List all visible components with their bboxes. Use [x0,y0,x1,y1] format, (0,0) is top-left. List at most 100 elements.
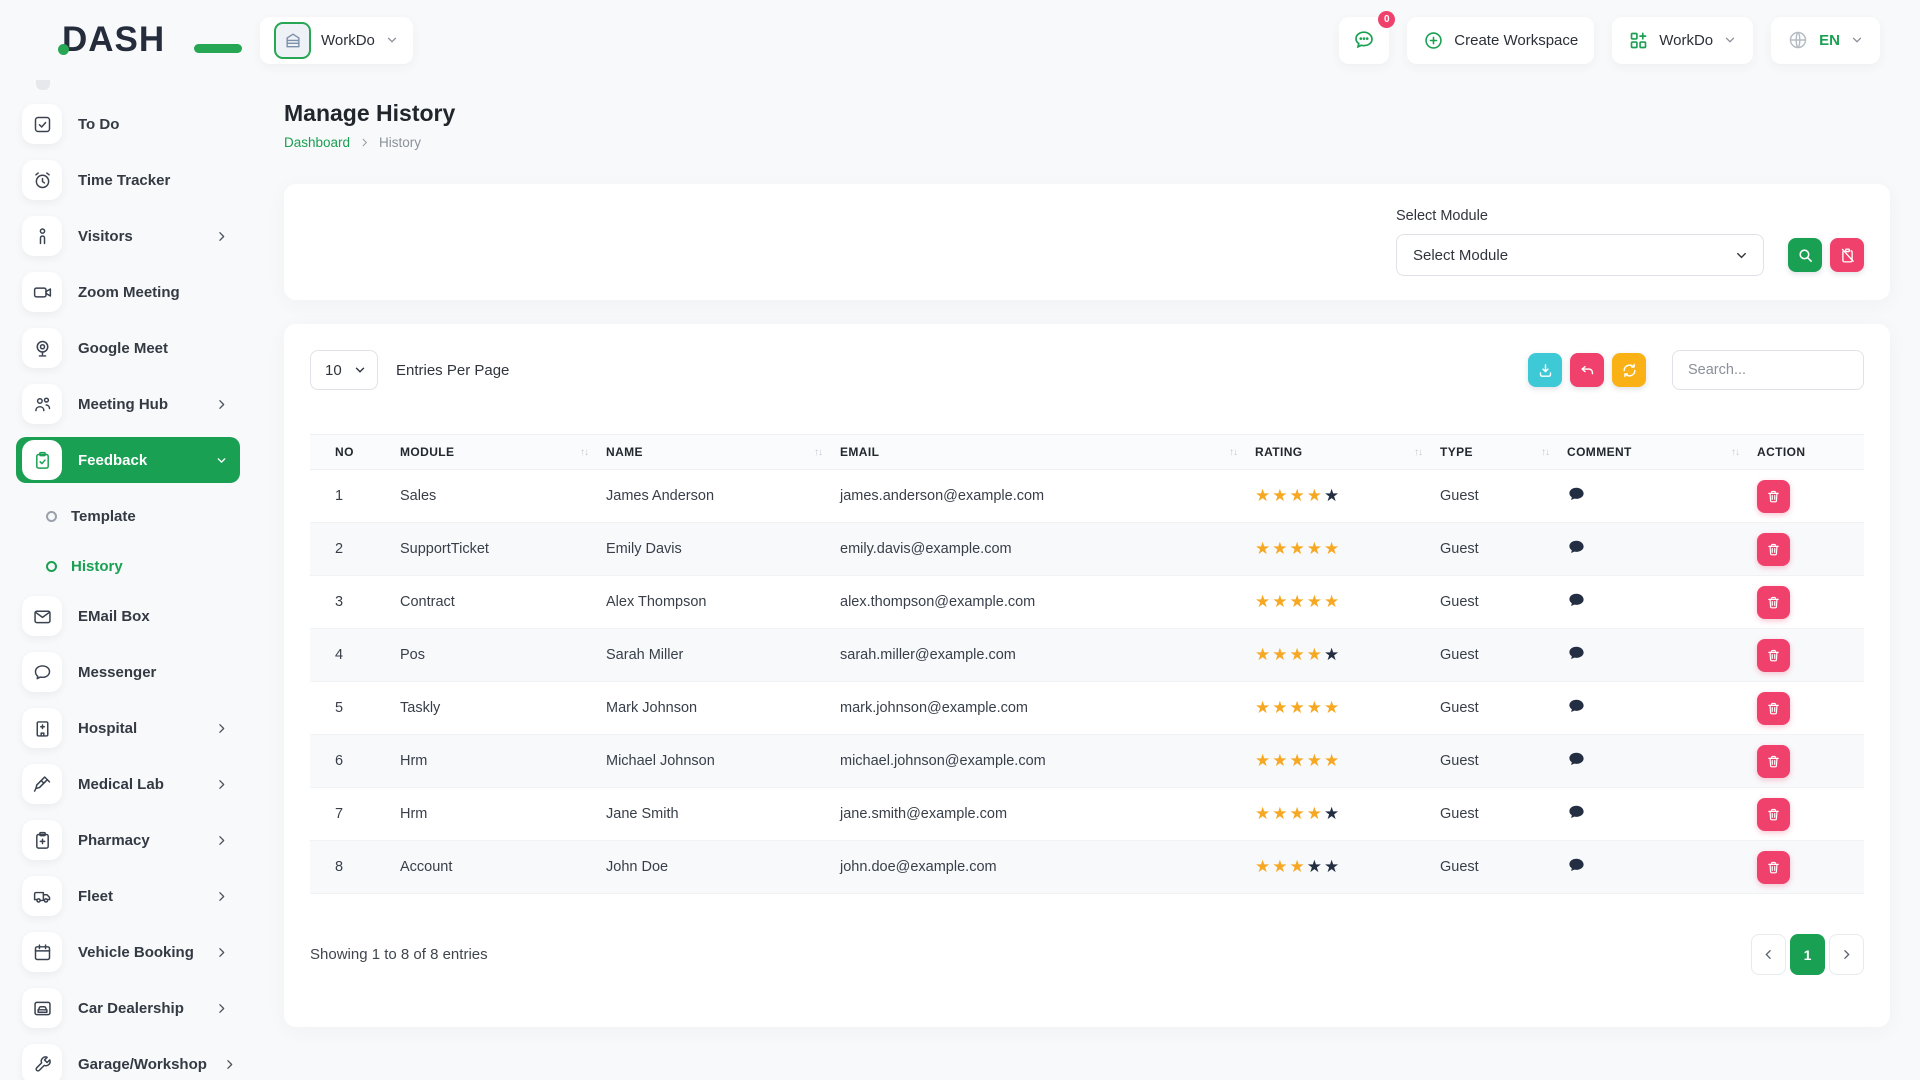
sidebar-subitem-template[interactable]: Template [16,493,240,539]
logo-dot [58,44,69,55]
column-header-comment[interactable]: COMMENT↑↓ [1567,435,1757,470]
export-button[interactable] [1528,353,1562,387]
refresh-button[interactable] [1612,353,1646,387]
cell-module: Hrm [400,735,606,788]
sort-arrows-icon: ↑↓ [1731,447,1743,458]
star-icon: ★ [1324,857,1341,876]
page-number-button[interactable]: 1 [1790,934,1825,975]
prev-page-button[interactable] [1751,934,1786,975]
sidebar-item-feedback[interactable]: Feedback [16,437,240,483]
comment-icon[interactable] [1567,485,1586,504]
next-page-button[interactable] [1829,934,1864,975]
rating-stars: ★★★★★ [1255,523,1440,576]
sidebar-scrollbar[interactable] [36,80,50,90]
breadcrumb-dashboard-link[interactable]: Dashboard [284,135,350,150]
star-icon: ★ [1255,698,1272,717]
cell-module: Taskly [400,682,606,735]
sidebar-item-fleet[interactable]: Fleet [16,873,240,919]
delete-button[interactable] [1757,851,1790,884]
cell-no: 2 [310,523,400,576]
sidebar-item-messenger[interactable]: Messenger [16,649,240,695]
cell-email: mark.johnson@example.com [840,682,1255,735]
sidebar-item-visitors[interactable]: Visitors [16,213,240,259]
apply-filter-button[interactable] [1788,238,1822,272]
rating-stars: ★★★★★ [1255,629,1440,682]
delete-button[interactable] [1757,798,1790,831]
chevron-right-icon [215,1002,228,1015]
breadcrumb-current: History [379,135,421,150]
comment-icon[interactable] [1567,591,1586,610]
search-input[interactable] [1672,350,1864,390]
cell-module: Contract [400,576,606,629]
star-icon: ★ [1307,857,1324,876]
module-select[interactable]: Select Module [1396,234,1764,276]
column-header-rating[interactable]: RATING↑↓ [1255,435,1440,470]
star-icon: ★ [1272,645,1289,664]
language-selector[interactable]: EN [1771,17,1880,64]
delete-button[interactable] [1757,692,1790,725]
sidebar-item-car-dealership[interactable]: Car Dealership [16,985,240,1031]
rating-stars: ★★★★★ [1255,735,1440,788]
workdo-menu-button[interactable]: WorkDo [1612,17,1753,64]
sidebar-item-medical-lab[interactable]: Medical Lab [16,761,240,807]
history-table-card: 10 Entries Per Page [284,324,1890,1027]
cell-no: 6 [310,735,400,788]
clear-filter-button[interactable] [1830,238,1864,272]
sidebar-item-label: EMail Box [78,608,150,625]
delete-button[interactable] [1757,745,1790,778]
comment-icon[interactable] [1567,538,1586,557]
brand-logo[interactable]: DASH [62,20,212,60]
delete-button[interactable] [1757,533,1790,566]
rating-stars: ★★★★★ [1255,788,1440,841]
wrench-icon [22,1044,62,1080]
sidebar-item-meeting-hub[interactable]: Meeting Hub [16,381,240,427]
comment-icon[interactable] [1567,750,1586,769]
chevron-right-icon [215,230,228,243]
video-camera-icon [22,272,62,312]
sidebar-item-google-meet[interactable]: Google Meet [16,325,240,371]
comment-icon[interactable] [1567,697,1586,716]
comment-icon[interactable] [1567,803,1586,822]
sidebar-item-label: To Do [78,116,119,133]
todo-icon [22,104,62,144]
star-icon: ★ [1272,539,1289,558]
star-icon: ★ [1290,592,1307,611]
create-workspace-button[interactable]: Create Workspace [1407,17,1594,64]
sidebar-item-to-do[interactable]: To Do [16,101,240,147]
star-icon: ★ [1255,486,1272,505]
sidebar-item-zoom-meeting[interactable]: Zoom Meeting [16,269,240,315]
undo-button[interactable] [1570,353,1604,387]
star-icon: ★ [1290,486,1307,505]
sidebar-subitem-history[interactable]: History [16,543,240,589]
column-header-module[interactable]: MODULE↑↓ [400,435,606,470]
column-header-name[interactable]: NAME↑↓ [606,435,840,470]
table-controls: 10 Entries Per Page [310,350,1864,390]
star-icon: ★ [1272,698,1289,717]
page-size-select[interactable]: 10 [310,350,378,390]
grid-plus-icon [1628,30,1649,51]
entries-per-page-label: Entries Per Page [396,362,509,379]
rating-stars: ★★★★★ [1255,682,1440,735]
star-icon: ★ [1324,539,1341,558]
workspace-switcher[interactable]: WorkDo [260,17,413,64]
sidebar-item-vehicle-booking[interactable]: Vehicle Booking [16,929,240,975]
sidebar-item-garage-workshop[interactable]: Garage/Workshop [16,1041,240,1080]
sidebar-item-pharmacy[interactable]: Pharmacy [16,817,240,863]
delete-button[interactable] [1757,639,1790,672]
sidebar-item-time-tracker[interactable]: Time Tracker [16,157,240,203]
sidebar-item-email-box[interactable]: EMail Box [16,593,240,639]
cell-type: Guest [1440,788,1567,841]
cell-module: SupportTicket [400,523,606,576]
delete-button[interactable] [1757,586,1790,619]
messages-button[interactable]: 0 [1339,17,1389,64]
delete-button[interactable] [1757,480,1790,513]
column-header-email[interactable]: EMAIL↑↓ [840,435,1255,470]
comment-icon[interactable] [1567,644,1586,663]
workdo-menu-label: WorkDo [1659,32,1713,49]
cell-no: 8 [310,841,400,894]
download-icon [1537,362,1554,379]
column-header-type[interactable]: TYPE↑↓ [1440,435,1567,470]
sidebar-item-label: Garage/Workshop [78,1056,207,1073]
sidebar-item-hospital[interactable]: Hospital [16,705,240,751]
comment-icon[interactable] [1567,856,1586,875]
